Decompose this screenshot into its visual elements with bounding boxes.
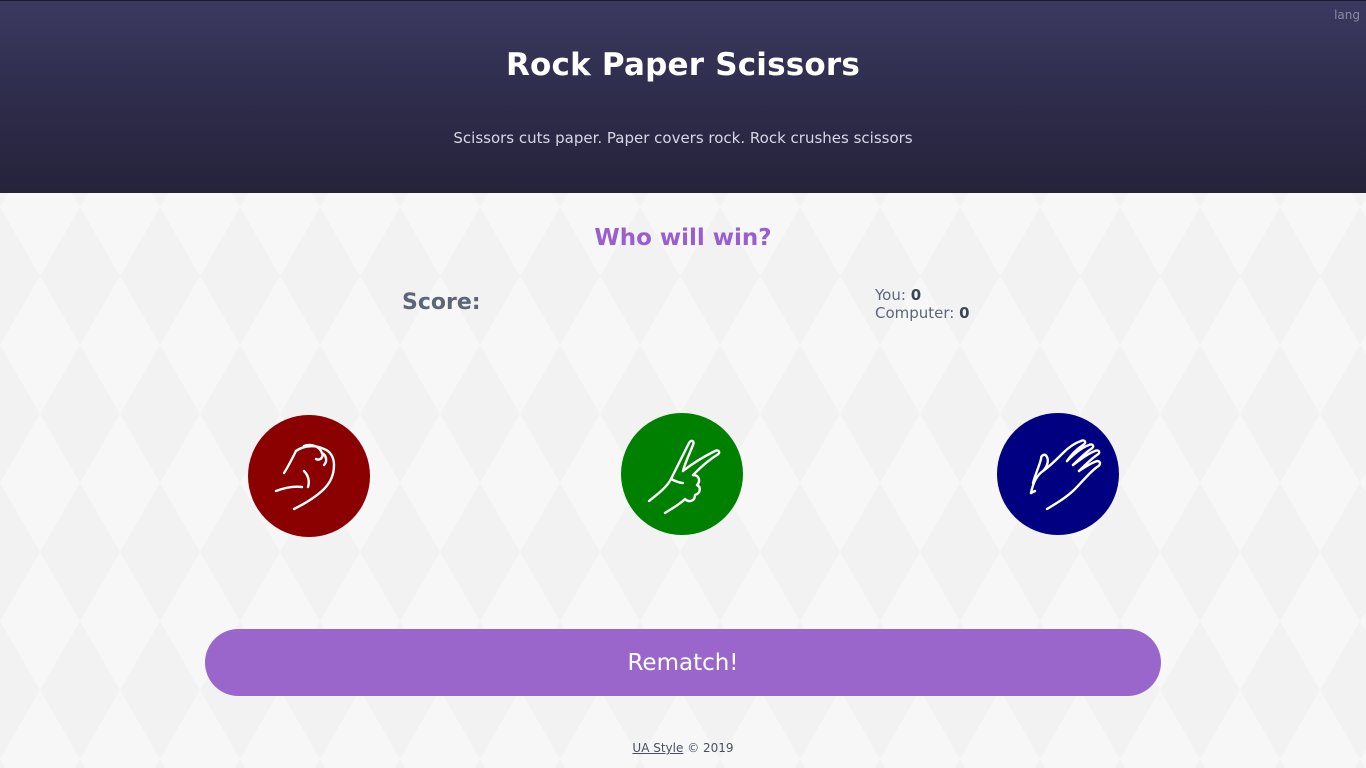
rock-button[interactable] — [248, 415, 370, 537]
language-switcher[interactable]: lang — [1334, 8, 1360, 22]
fist-icon — [274, 443, 336, 511]
header: lang Rock Paper Scissors Scissors cuts p… — [0, 0, 1366, 193]
open-hand-icon — [1029, 439, 1102, 511]
paper-button[interactable] — [997, 413, 1119, 535]
page-subtitle: Scissors cuts paper. Paper covers rock. … — [453, 129, 913, 147]
computer-label: Computer: — [875, 304, 955, 322]
score-board: You: 0 Computer: 0 — [875, 286, 970, 322]
page-title: Rock Paper Scissors — [505, 47, 861, 83]
footer: UA Style © 2019 — [0, 741, 1366, 755]
computer-score-row: Computer: 0 — [875, 304, 970, 322]
scissors-button[interactable] — [621, 413, 743, 535]
computer-score: 0 — [959, 304, 970, 322]
question-heading: Who will win? — [594, 225, 772, 251]
score-label: Score: — [402, 290, 481, 315]
you-label: You: — [875, 286, 906, 304]
ua-style-link[interactable]: UA Style — [632, 741, 683, 755]
you-score-row: You: 0 — [875, 286, 970, 304]
you-score: 0 — [910, 286, 922, 304]
victory-hand-icon — [647, 439, 721, 515]
copyright-text: © 2019 — [687, 741, 734, 755]
rematch-button[interactable]: Rematch! — [205, 629, 1161, 696]
